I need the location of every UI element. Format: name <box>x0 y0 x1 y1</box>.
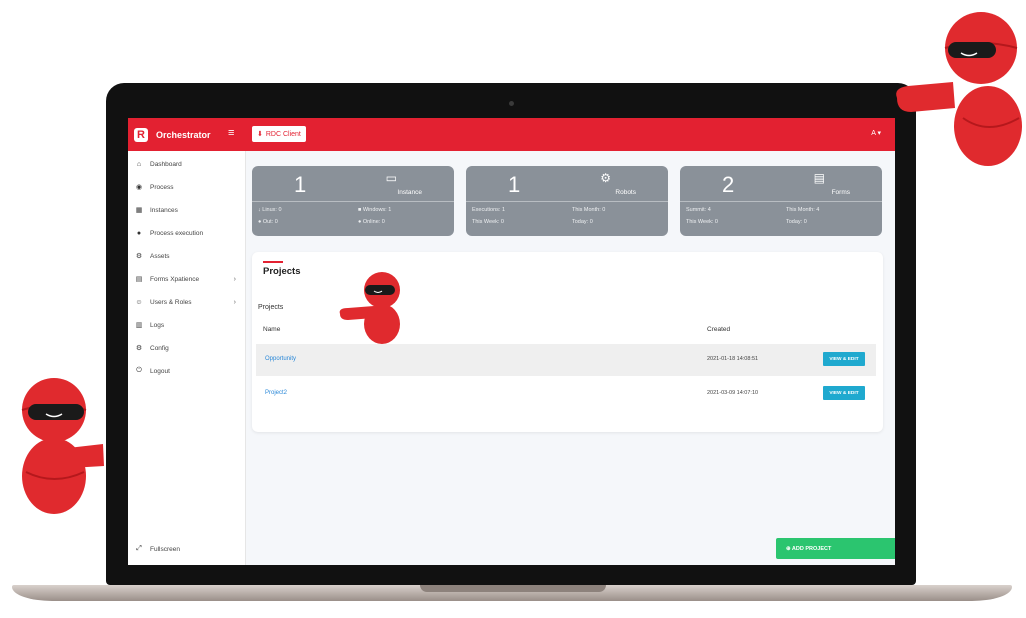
sidebar-item-label: Assets <box>150 252 170 260</box>
gear-icon: ⚙ <box>135 345 143 352</box>
home-icon: ⌂ <box>136 160 142 168</box>
card-stat: Today: 0 <box>572 219 593 225</box>
sidebar-item-label: Instances <box>150 206 178 214</box>
card-stat: This Week: 0 <box>472 219 504 225</box>
card-title: Robots <box>615 189 636 196</box>
fullscreen-icon: ⤢ <box>136 545 142 552</box>
laptop-camera <box>509 101 514 106</box>
robots-card[interactable]: 1 ⚙ Robots Executions: 1 This Month: 0 T… <box>466 166 668 236</box>
laptop-icon: ▭ <box>385 171 397 185</box>
sidebar-item-instances[interactable]: ▦ Instances <box>128 201 246 219</box>
sidebar-item-label: Logs <box>150 321 165 329</box>
card-title: Instance <box>397 189 422 196</box>
laptop-notch <box>420 585 606 592</box>
add-project-button[interactable]: ⊕ ADD PROJECT <box>776 538 895 559</box>
rdc-client-label: RDC Client <box>265 130 301 138</box>
fullscreen-label: Fullscreen <box>150 545 180 553</box>
card-stat: This Month: 0 <box>572 207 606 213</box>
instance-card[interactable]: 1 ▭ Instance ↓ Linux: 0 ■ Windows: 1 ● O… <box>252 166 454 236</box>
app-name: Orchestrator <box>156 129 211 140</box>
table-row: Opportunity 2021-01-18 14:08:51 VIEW & E… <box>256 344 876 376</box>
user-menu[interactable]: A ▾ <box>871 129 881 137</box>
cogs-icon: ⚙ <box>135 253 143 260</box>
chevron-right-icon: › <box>233 275 236 283</box>
sidebar: ⌂ Dashboard ◉ Process ▦ Instances ● Proc… <box>128 151 246 565</box>
clock-icon: ● <box>136 229 142 237</box>
card-stat: This Month: 4 <box>786 207 820 213</box>
file-icon: ▥ <box>135 322 143 329</box>
robot-mascot-top-right <box>896 12 1022 166</box>
sidebar-item-logs[interactable]: ▥ Logs <box>128 316 246 334</box>
projects-subtitle: Projects <box>258 304 284 311</box>
sidebar-item-logout[interactable]: ⏻ Logout <box>128 362 246 380</box>
sidebar-item-process-execution[interactable]: ● Process execution <box>128 224 246 242</box>
project-created: 2021-03-09 14:07:10 <box>707 390 759 396</box>
brand-logo-icon: R <box>134 127 148 142</box>
sidebar-item-assets[interactable]: ⚙ Assets <box>128 247 246 265</box>
sidebar-item-config[interactable]: ⚙ Config <box>128 339 246 357</box>
column-header-name[interactable]: Name <box>263 326 280 333</box>
sidebar-item-dashboard[interactable]: ⌂ Dashboard <box>128 155 246 173</box>
table-row: Project2 2021-03-09 14:07:10 VIEW & EDIT <box>256 378 876 410</box>
view-edit-button[interactable]: VIEW & EDIT <box>823 352 865 366</box>
project-link[interactable]: Opportunity <box>265 356 296 362</box>
form-icon: ▤ <box>135 276 143 283</box>
view-edit-button[interactable]: VIEW & EDIT <box>823 386 865 400</box>
card-divider <box>466 201 668 202</box>
project-created: 2021-01-18 14:08:51 <box>707 356 759 362</box>
forms-card[interactable]: 2 ▤ Forms Summit: 4 This Month: 4 This W… <box>680 166 882 236</box>
card-stat: Executions: 1 <box>472 207 506 213</box>
card-value: 2 <box>722 172 735 197</box>
project-link[interactable]: Project2 <box>265 390 287 396</box>
sidebar-item-label: Users & Roles <box>150 298 192 306</box>
sidebar-item-label: Dashboard <box>150 160 182 168</box>
column-header-created[interactable]: Created <box>707 326 730 333</box>
sidebar-item-label: Forms Xpatience <box>150 275 200 283</box>
clipboard-icon: ▤ <box>813 171 825 185</box>
chevron-right-icon: › <box>233 298 236 306</box>
sidebar-item-label: Process <box>150 183 174 191</box>
card-value: 1 <box>508 172 521 197</box>
card-stat: ● Out: 0 <box>258 219 278 225</box>
grid-icon: ▦ <box>135 207 143 214</box>
card-stat: ● Online: 0 <box>358 219 385 225</box>
card-stat: ■ Windows: 1 <box>358 207 392 213</box>
card-divider <box>680 201 882 202</box>
sidebar-item-label: Logout <box>150 367 170 375</box>
android-icon: ⚙ <box>600 171 611 185</box>
sidebar-item-process[interactable]: ◉ Process <box>128 178 246 196</box>
top-bar: R Orchestrator ≡ ⬇ RDC Client A ▾ <box>128 118 895 151</box>
power-icon: ⏻ <box>136 367 142 374</box>
card-stat: ↓ Linux: 0 <box>258 207 282 213</box>
title-accent <box>263 261 283 263</box>
sidebar-item-label: Process execution <box>150 229 204 237</box>
download-icon: ⬇ <box>257 131 263 138</box>
robot-mascot-center <box>339 272 400 344</box>
card-title: Forms <box>831 189 850 196</box>
page-title: Projects <box>263 266 301 277</box>
menu-toggle-icon[interactable]: ≡ <box>228 127 234 139</box>
fullscreen-button[interactable]: ⤢ Fullscreen <box>134 545 180 553</box>
globe-icon: ◉ <box>135 184 143 191</box>
card-stat: Today: 0 <box>786 219 807 225</box>
users-icon: ☺ <box>135 298 143 306</box>
rdc-client-button[interactable]: ⬇ RDC Client <box>252 126 306 142</box>
robot-mascot-left <box>21 378 104 514</box>
app-screen: R Orchestrator ≡ ⬇ RDC Client A ▾ ⌂ Dash… <box>128 118 895 565</box>
sidebar-item-label: Config <box>150 344 169 352</box>
sidebar-item-users-roles[interactable]: ☺ Users & Roles › <box>128 293 246 311</box>
card-value: 1 <box>294 172 307 197</box>
card-divider <box>252 201 454 202</box>
card-stat: This Week: 0 <box>686 219 718 225</box>
card-stat: Summit: 4 <box>686 207 711 213</box>
sidebar-item-forms[interactable]: ▤ Forms Xpatience › <box>128 270 246 288</box>
